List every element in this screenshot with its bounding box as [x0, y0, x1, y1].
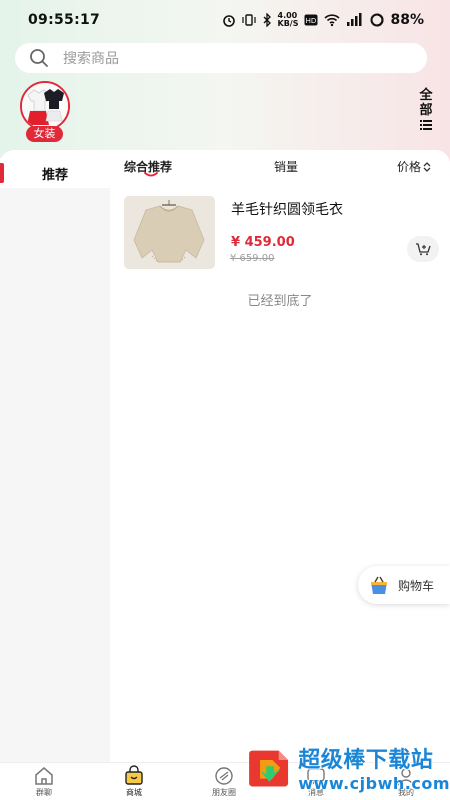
nav-label: 朋友圈 — [212, 788, 236, 797]
battery-percent: 88% — [390, 12, 424, 28]
moments-icon — [215, 767, 233, 785]
end-of-list-text: 已经到底了 — [247, 294, 313, 309]
all-label-line2: 部 — [419, 103, 433, 118]
floating-cart-button[interactable]: 购物车 — [358, 566, 450, 604]
sort-sales-tab[interactable]: 销量 — [274, 158, 298, 175]
sort-price-label: 价格 — [397, 160, 422, 174]
sort-arrows-icon — [423, 161, 431, 172]
product-price: ¥ 459.00 — [231, 235, 295, 250]
clothing-thumbnail — [22, 83, 68, 129]
wifi-icon — [324, 14, 341, 27]
add-to-cart-button[interactable] — [407, 236, 439, 262]
category-avatar-womens-clothing[interactable] — [20, 81, 70, 131]
signal-icon — [347, 13, 362, 26]
sweater-thumbnail — [124, 196, 215, 269]
battery-icon — [370, 13, 384, 27]
watermark-text: 超级棒下载站 www.cjbwh.com — [298, 742, 450, 793]
status-time: 09:55:17 — [28, 12, 101, 28]
status-icons: 4.00 KB/S HD 88% — [222, 11, 424, 28]
home-icon — [35, 767, 53, 785]
search-placeholder: 搜索商品 — [63, 51, 119, 67]
shopping-basket-icon — [371, 576, 387, 594]
cart-plus-icon — [416, 243, 431, 256]
nav-item-group-chat[interactable]: 群聊 — [14, 765, 74, 798]
network-speed-icon: 4.00 KB/S — [277, 11, 299, 28]
product-card[interactable]: 羊毛针织圆领毛衣 ¥ 459.00 ¥ 659.00 — [124, 196, 439, 271]
vibrate-icon — [241, 14, 256, 26]
left-sidebar: 推荐 — [0, 158, 110, 762]
product-image[interactable] — [124, 196, 215, 269]
active-tab-indicator — [144, 172, 158, 177]
search-input[interactable]: 搜索商品 — [15, 43, 427, 73]
nav-label: 群聊 — [36, 788, 52, 797]
sort-price-tab[interactable]: 价格 — [397, 158, 431, 175]
watermark-logo-icon — [249, 750, 289, 787]
watermark-url: www.cjbwh.com — [298, 773, 450, 793]
sort-bar: 综合推荐 销量 价格 — [110, 155, 450, 181]
floating-cart-label: 购物车 — [398, 578, 435, 593]
sidebar-item-label: 推荐 — [41, 167, 68, 183]
product-original-price: ¥ 659.00 — [230, 253, 275, 264]
bluetooth-icon — [263, 13, 271, 27]
nav-label: 商城 — [126, 788, 142, 797]
all-label-line1: 全 — [419, 88, 433, 103]
category-label[interactable]: 女装 — [26, 126, 63, 142]
product-title[interactable]: 羊毛针织圆领毛衣 — [231, 199, 343, 219]
svg-text:HD: HD — [306, 17, 317, 25]
shopping-bag-icon — [125, 765, 143, 785]
status-bar: 09:55:17 4.00 KB/S HD 88% — [0, 0, 450, 40]
watermark: 超级棒下载站 www.cjbwh.com — [246, 734, 450, 800]
watermark-title: 超级棒下载站 — [298, 747, 434, 773]
nav-item-moments[interactable]: 朋友圈 — [194, 765, 254, 798]
hd-icon: HD — [304, 14, 318, 26]
search-icon — [30, 49, 48, 67]
alarm-icon — [222, 15, 235, 27]
nav-item-mall[interactable]: 商城 — [104, 765, 164, 798]
sidebar-item-recommended[interactable]: 推荐 — [0, 158, 110, 188]
all-categories-button[interactable]: 全 部 — [418, 88, 434, 130]
list-icon — [420, 120, 432, 130]
